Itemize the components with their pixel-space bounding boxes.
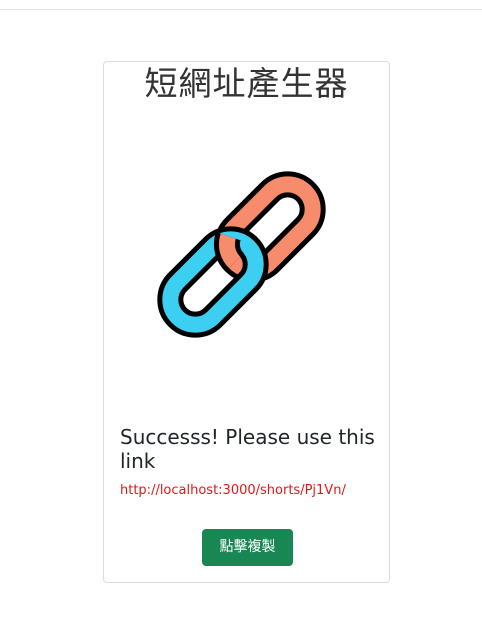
page-title: 短網址產生器 xyxy=(144,64,349,103)
chain-link-front xyxy=(157,226,269,338)
success-message: Successs! Please use this link xyxy=(120,425,375,473)
top-divider xyxy=(0,0,482,10)
chain-link-icon xyxy=(157,171,326,338)
shortener-card: 短網址產生器 Successs! Please use this link ht… xyxy=(103,61,390,583)
copy-button[interactable]: 點擊複製 xyxy=(202,529,293,566)
short-url-link[interactable]: http://localhost:3000/shorts/Pj1Vn/ xyxy=(120,482,380,500)
